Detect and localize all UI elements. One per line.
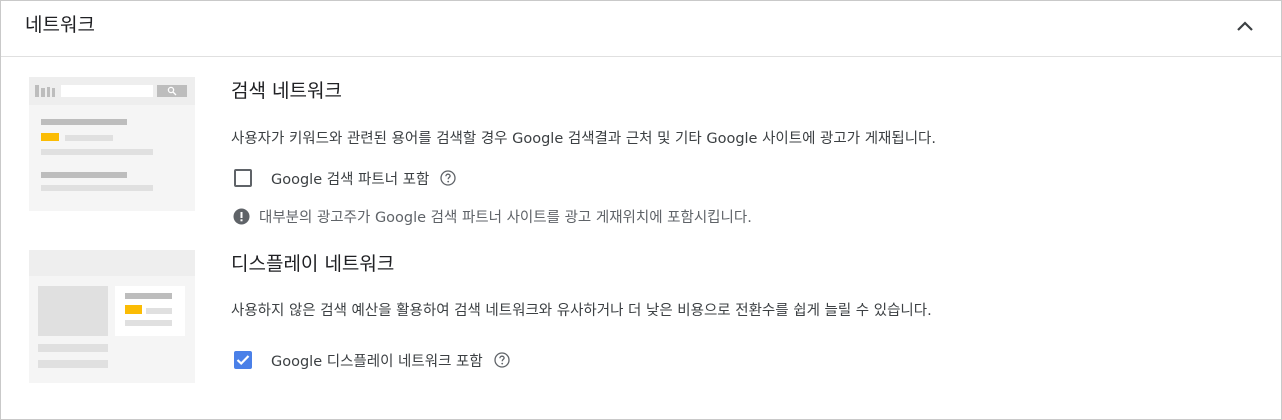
chevron-up-icon bbox=[1237, 21, 1253, 31]
display-network-description: 사용하지 않은 검색 예산을 활용하여 검색 네트워크와 유사하거나 더 낮은 … bbox=[231, 303, 932, 319]
search-partners-info: 대부분의 광고주가 Google 검색 파트너 사이트를 광고 게재위치에 포함… bbox=[233, 206, 752, 227]
info-text: 대부분의 광고주가 Google 검색 파트너 사이트를 광고 게재위치에 포함… bbox=[259, 210, 752, 226]
search-partners-label[interactable]: Google 검색 파트너 포함 bbox=[271, 168, 429, 189]
display-network-checkbox[interactable] bbox=[234, 351, 252, 369]
search-network-description: 사용자가 키워드와 관련된 용어를 검색할 경우 Google 검색결과 근처 … bbox=[231, 131, 936, 147]
display-network-title: 디스플레이 네트워크 bbox=[231, 253, 395, 275]
collapse-button[interactable] bbox=[1231, 12, 1259, 40]
search-network-illustration bbox=[29, 77, 195, 211]
search-icon bbox=[167, 86, 177, 96]
display-network-label[interactable]: Google 디스플레이 네트워크 포함 bbox=[271, 350, 483, 371]
help-icon[interactable] bbox=[494, 352, 510, 368]
info-icon bbox=[233, 208, 250, 225]
networks-panel: 네트워크 검색 네트워크 사용자가 키워드와 관련된 용어를 검색할 경우 Go… bbox=[0, 0, 1282, 420]
display-network-option: Google 디스플레이 네트워크 포함 bbox=[234, 348, 510, 372]
search-partners-checkbox[interactable] bbox=[234, 169, 252, 187]
panel-header[interactable]: 네트워크 bbox=[1, 1, 1281, 57]
panel-title: 네트워크 bbox=[25, 14, 95, 36]
help-icon[interactable] bbox=[440, 170, 456, 186]
display-network-illustration bbox=[29, 250, 195, 383]
search-network-title: 검색 네트워크 bbox=[231, 80, 342, 102]
checkmark-icon bbox=[236, 355, 250, 366]
search-partners-option: Google 검색 파트너 포함 bbox=[234, 166, 456, 190]
